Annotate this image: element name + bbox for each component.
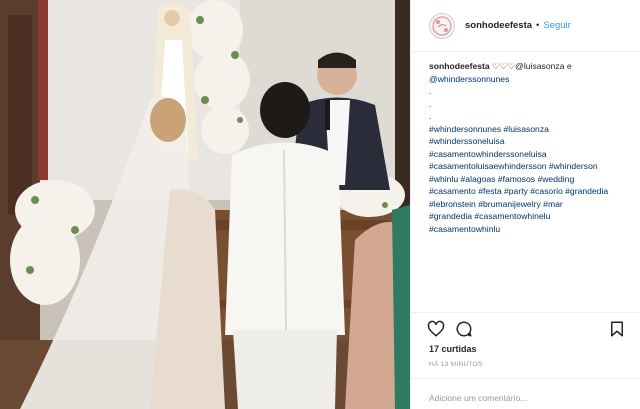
- caption-hashtags[interactable]: #grandedia #casamentowhinelu: [429, 210, 635, 223]
- caption-hashtags[interactable]: #casamentoluisaewhindersson #whinderson: [429, 160, 635, 173]
- comment-input[interactable]: [429, 393, 623, 403]
- post-actions: [411, 312, 640, 342]
- header-separator: •: [536, 20, 540, 31]
- caption-mention[interactable]: @whinderssonnunes: [429, 73, 635, 86]
- caption-hashtags[interactable]: #casamento #festa #party #casorio #grand…: [429, 185, 635, 198]
- instagram-post: sonhodeefesta • Seguir sonhodeefesta ♡♡♡…: [0, 0, 640, 409]
- caption-hashtags[interactable]: #whindersonnunes #luisasonza: [429, 123, 635, 136]
- comment-bar: [411, 378, 640, 409]
- caption-hashtags[interactable]: #casamentowhinlu: [429, 223, 635, 236]
- comment-button[interactable]: [455, 320, 473, 338]
- save-button[interactable]: [608, 320, 626, 338]
- caption-hashtags[interactable]: #whinlu #alagoas #famosos #wedding: [429, 173, 635, 186]
- caption-username[interactable]: sonhodeefesta: [429, 61, 490, 71]
- post-photo[interactable]: [0, 0, 410, 409]
- bookmark-icon: [611, 321, 623, 337]
- post-side-panel: sonhodeefesta • Seguir sonhodeefesta ♡♡♡…: [410, 0, 640, 409]
- likes-count[interactable]: 17 curtidas: [429, 344, 477, 354]
- account-avatar[interactable]: [429, 12, 455, 39]
- like-button[interactable]: [427, 320, 445, 338]
- post-caption: sonhodeefesta ♡♡♡@luisasonza e @whinders…: [429, 60, 635, 235]
- post-header: sonhodeefesta • Seguir: [411, 0, 640, 52]
- account-username[interactable]: sonhodeefesta: [465, 20, 532, 31]
- wedding-photo: [0, 0, 410, 409]
- caption-dot: .: [429, 98, 432, 109]
- caption-text-line: ♡♡♡@luisasonza e: [492, 61, 572, 71]
- heart-icon: [427, 320, 445, 337]
- comment-bubble-icon: [456, 321, 472, 337]
- caption-line-1: sonhodeefesta ♡♡♡@luisasonza e: [429, 60, 635, 73]
- caption-hashtags[interactable]: #casamentowhinderssoneluisa: [429, 148, 635, 161]
- post-timestamp: HÁ 13 MINUTOS: [429, 361, 483, 368]
- floral-logo-icon: [432, 16, 452, 35]
- caption-hashtags[interactable]: #lebronstein #brumanijewelry #mar: [429, 198, 635, 211]
- caption-hashtags[interactable]: #whinderssoneluisa: [429, 135, 635, 148]
- caption-dot: .: [429, 86, 432, 96]
- follow-button[interactable]: Seguir: [543, 20, 570, 31]
- caption-dot: .: [429, 111, 432, 121]
